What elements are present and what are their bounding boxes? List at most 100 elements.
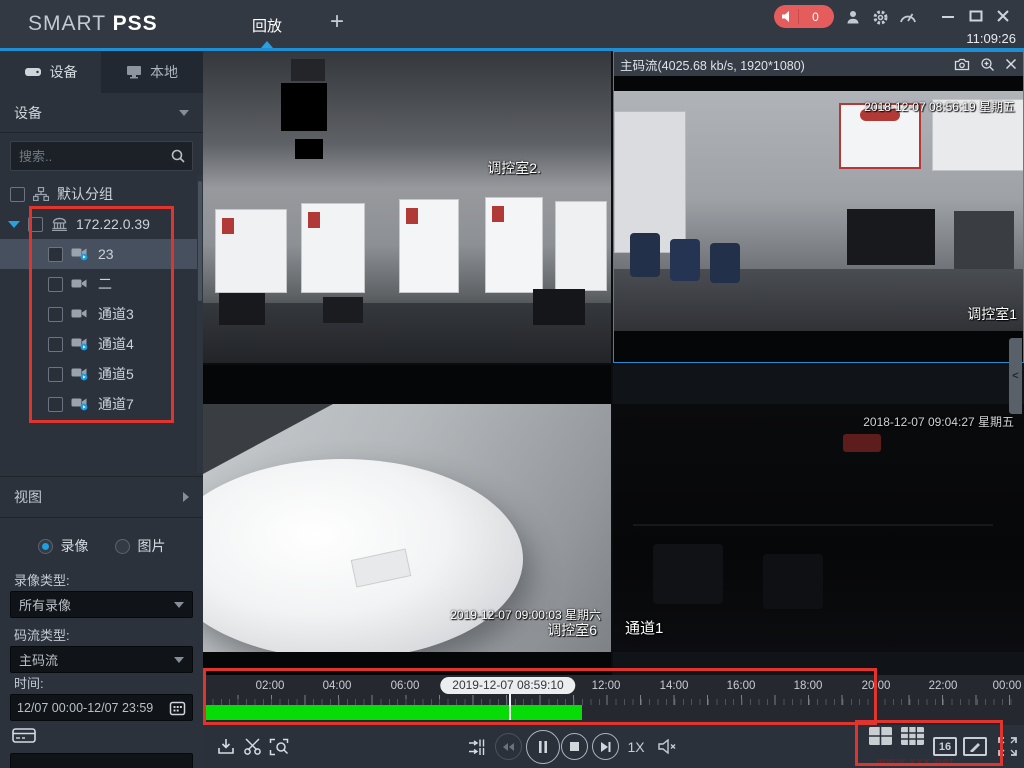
scene-unit bbox=[555, 201, 607, 291]
scene-unit bbox=[485, 197, 543, 293]
stop-button[interactable] bbox=[559, 725, 589, 768]
scene-rack bbox=[954, 211, 1014, 269]
group-sitemap-icon bbox=[33, 187, 49, 201]
video-pane-bottom-left[interactable]: 2019-12-07 09:00:03 星期六 调控室6 bbox=[203, 365, 611, 675]
camera-playing-icon bbox=[71, 337, 90, 351]
stream-type-dropdown[interactable]: 主码流 bbox=[10, 646, 193, 673]
scene-monitor bbox=[323, 297, 363, 323]
video-pane-top-right[interactable]: 主码流(4025.68 kb/s, 1920*1080) bbox=[613, 51, 1024, 363]
next-frame-button[interactable] bbox=[590, 725, 620, 768]
tree-scrollbar-thumb[interactable] bbox=[198, 181, 202, 301]
checkbox[interactable] bbox=[28, 217, 43, 232]
close-pane-icon[interactable] bbox=[1005, 58, 1017, 70]
timeline-tick-label: 06:00 bbox=[391, 680, 420, 692]
user-icon[interactable] bbox=[845, 9, 863, 25]
tab-playback[interactable]: 回放 bbox=[236, 15, 298, 36]
expand-collapse-icon[interactable] bbox=[8, 221, 20, 228]
scene-shape bbox=[653, 544, 723, 604]
channel-name-osd: 调控室1 bbox=[967, 304, 1017, 324]
checkbox[interactable] bbox=[48, 337, 63, 352]
tree-node-device-ip[interactable]: 172.22.0.39 bbox=[0, 209, 204, 239]
panel-collapse-handle[interactable]: < bbox=[1009, 338, 1022, 414]
app-logo: SMART PSS bbox=[28, 12, 158, 36]
tree-label: 通道7 bbox=[98, 394, 134, 414]
clock: 11:09:26 bbox=[966, 31, 1016, 46]
close-button[interactable] bbox=[996, 9, 1014, 25]
search-icon[interactable] bbox=[170, 148, 186, 164]
speaker-icon bbox=[781, 10, 794, 23]
timeline-tick-label: 14:00 bbox=[660, 680, 689, 692]
scene-chair bbox=[670, 239, 700, 281]
bottom-blank-input[interactable] bbox=[10, 753, 193, 768]
zoom-area-icon[interactable] bbox=[265, 725, 293, 768]
device-group-select[interactable]: 设备 bbox=[0, 93, 203, 133]
view-section-header[interactable]: 视图 bbox=[0, 476, 203, 518]
timeline-tick-label: 04:00 bbox=[323, 680, 352, 692]
calendar-icon[interactable] bbox=[169, 700, 186, 716]
device-nvr-icon bbox=[51, 217, 68, 231]
time-sync-icon[interactable] bbox=[465, 725, 491, 768]
camera-playing-icon bbox=[71, 397, 90, 411]
rewind-button[interactable] bbox=[493, 725, 523, 768]
letterbox bbox=[614, 76, 1023, 91]
checkbox[interactable] bbox=[48, 397, 63, 412]
record-type-dropdown[interactable]: 所有录像 bbox=[10, 591, 193, 618]
record-type-label: 录像类型: bbox=[14, 570, 70, 589]
minimize-button[interactable] bbox=[941, 9, 959, 25]
checkbox[interactable] bbox=[48, 277, 63, 292]
pause-button[interactable] bbox=[524, 725, 562, 768]
scene-chair bbox=[630, 233, 660, 277]
digital-zoom-icon[interactable] bbox=[980, 57, 995, 72]
add-tab-button[interactable]: + bbox=[330, 8, 344, 36]
timeline-tick-label: 02:00 bbox=[256, 680, 285, 692]
smartpss-window: SMART PSS 回放 + 0 11:09:26 bbox=[0, 0, 1024, 768]
playhead[interactable] bbox=[509, 693, 511, 720]
fullscreen-icon[interactable] bbox=[992, 725, 1022, 768]
split-4-button[interactable] bbox=[867, 725, 893, 747]
active-tab-indicator bbox=[261, 41, 273, 48]
tab-device-label: 设备 bbox=[50, 62, 78, 82]
checkbox[interactable] bbox=[48, 367, 63, 382]
radio-record-label: 录像 bbox=[61, 536, 89, 556]
scene-chair bbox=[710, 243, 740, 283]
timeline-tick-label: 12:00 bbox=[592, 680, 621, 692]
disk-icon bbox=[24, 65, 42, 79]
tab-device[interactable]: 设备 bbox=[0, 51, 101, 93]
radio-picture[interactable]: 图片 bbox=[115, 536, 166, 556]
tab-local[interactable]: 本地 bbox=[101, 51, 203, 93]
checkbox[interactable] bbox=[10, 187, 25, 202]
playback-timeline[interactable]: 02:00 04:00 06:00 12:00 14:00 16:00 18:0… bbox=[203, 675, 1024, 725]
playback-speed[interactable]: 1X bbox=[622, 725, 650, 768]
tree-node-default-group[interactable]: 默认分组 bbox=[0, 179, 206, 209]
stream-info: 主码流(4025.68 kb/s, 1920*1080) bbox=[620, 55, 805, 74]
alarm-badge[interactable]: 0 bbox=[774, 5, 834, 28]
checkbox[interactable] bbox=[48, 247, 63, 262]
radio-dot bbox=[115, 539, 130, 554]
custom-split-button[interactable] bbox=[961, 725, 989, 768]
radio-record[interactable]: 录像 bbox=[38, 536, 89, 556]
snapshot-icon[interactable] bbox=[954, 58, 970, 71]
letterbox bbox=[203, 652, 611, 675]
camera-icon bbox=[71, 277, 90, 291]
search-input[interactable] bbox=[17, 148, 170, 165]
download-icon[interactable] bbox=[213, 725, 239, 768]
channel-name-osd: 通道1 bbox=[625, 617, 663, 638]
mute-speaker-icon[interactable] bbox=[653, 725, 681, 768]
privacy-mask bbox=[295, 139, 323, 159]
clip-scissors-icon[interactable] bbox=[239, 725, 265, 768]
card-icon[interactable] bbox=[12, 727, 36, 745]
video-frame bbox=[614, 91, 1023, 331]
video-pane-top-left[interactable]: 调控室2. bbox=[203, 51, 611, 363]
time-range-field[interactable]: 12/07 00:00-12/07 23:59 bbox=[10, 694, 193, 721]
dashboard-gauge-icon[interactable] bbox=[899, 9, 917, 25]
split-9-button[interactable] bbox=[899, 725, 925, 747]
checkbox[interactable] bbox=[48, 307, 63, 322]
channel-name-osd: 调控室2. bbox=[487, 158, 541, 178]
scene-unit bbox=[399, 199, 459, 293]
chevron-down-icon bbox=[174, 602, 184, 608]
maximize-button[interactable] bbox=[969, 9, 987, 25]
tree-label: 23 bbox=[98, 246, 114, 262]
settings-gear-icon[interactable] bbox=[872, 9, 890, 25]
video-pane-bottom-right[interactable]: 2018-12-07 09:04:27 星期五 通道1 bbox=[613, 365, 1024, 675]
scene-shape bbox=[763, 554, 823, 609]
